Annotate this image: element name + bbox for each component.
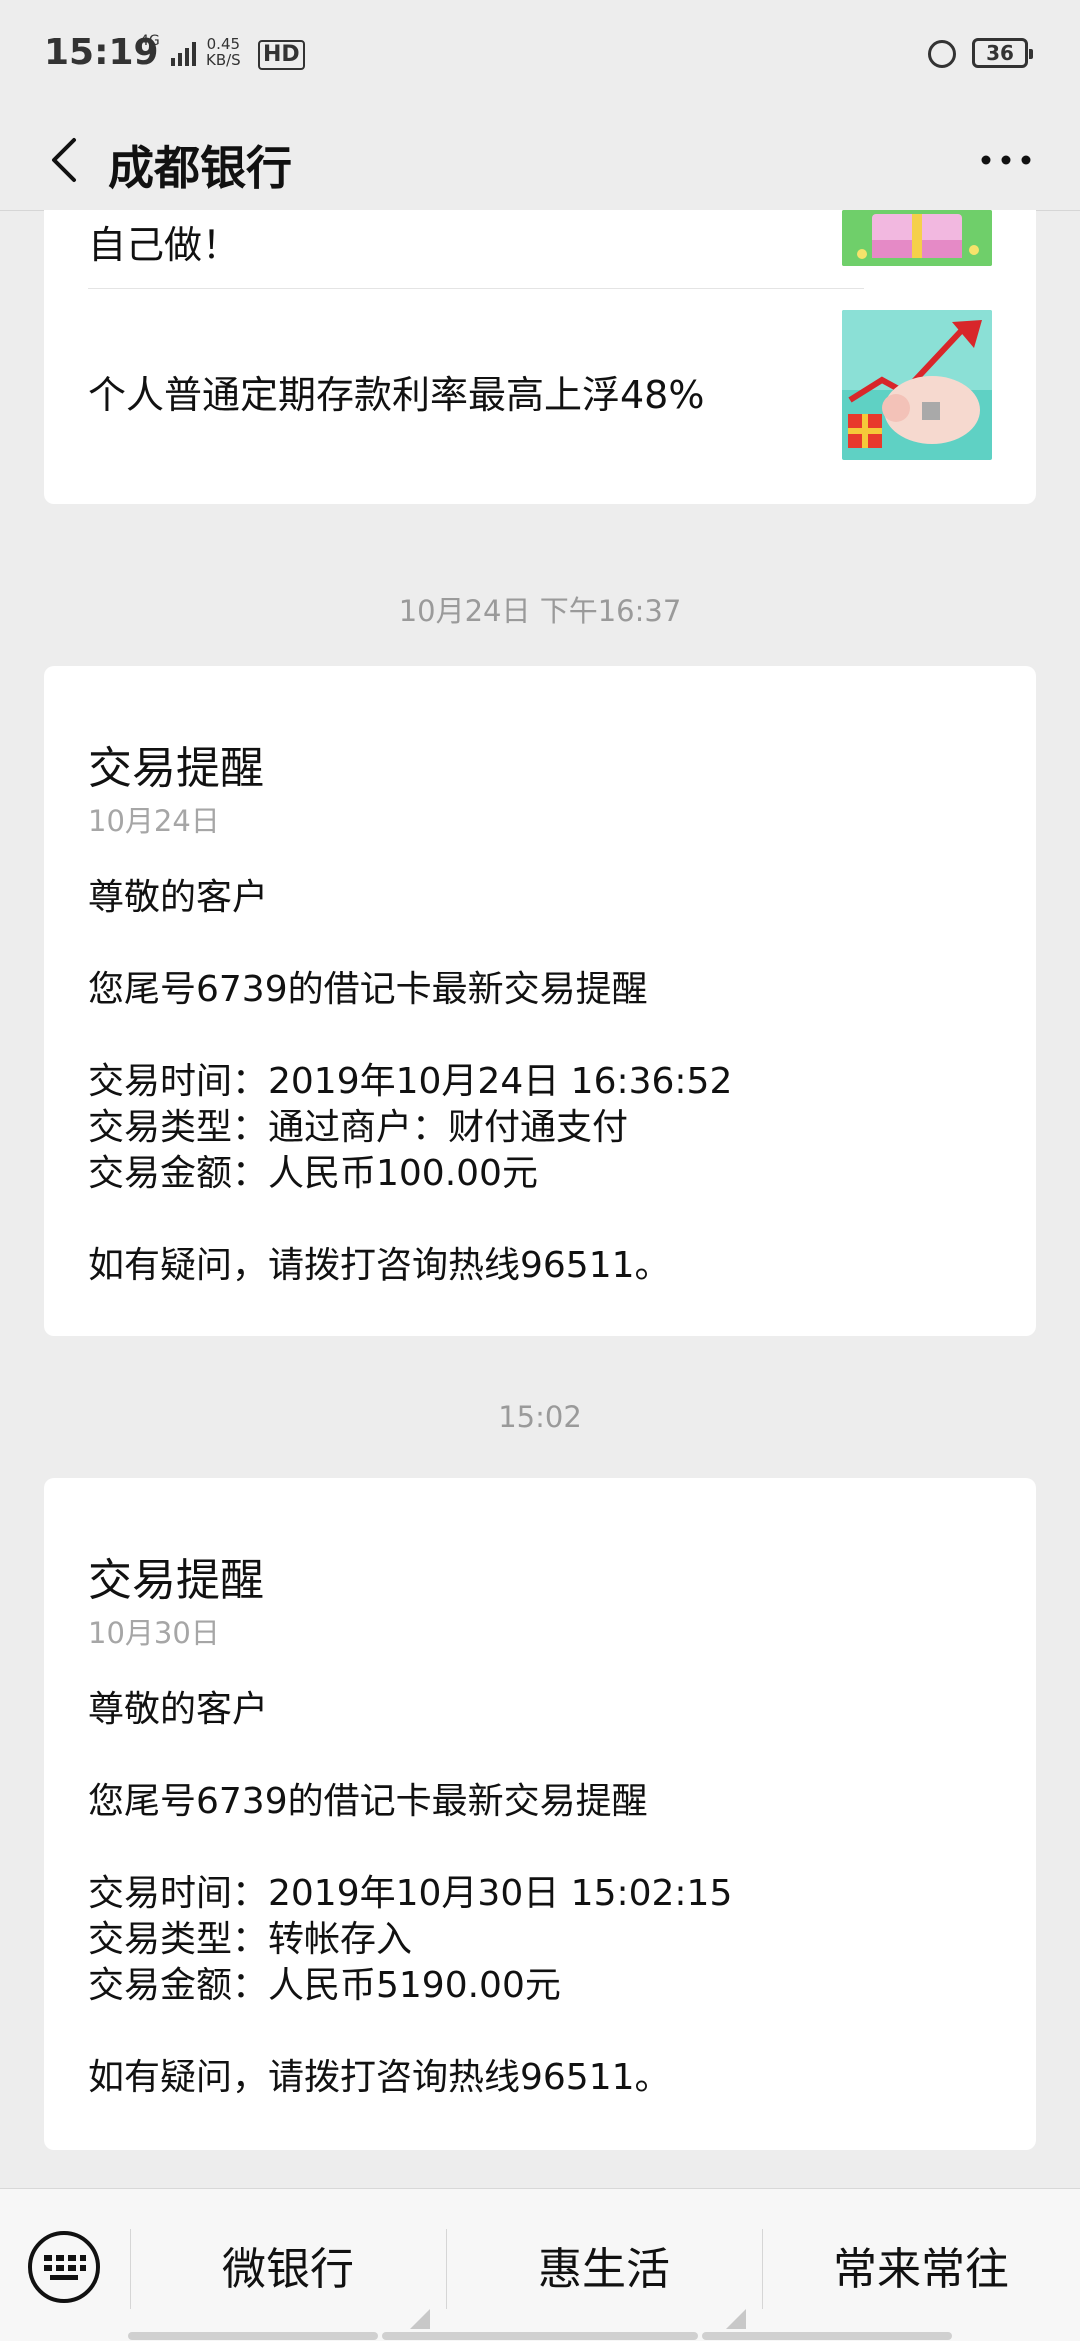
message-timestamp: 10月24日 下午16:37 (398, 594, 682, 628)
message-timestamp: 15:02 (498, 1400, 582, 1434)
transaction-amount: 交易金额：人民币5190.00元 (88, 1965, 561, 2006)
transaction-amount: 交易金额：人民币100.00元 (88, 1153, 538, 1194)
message-greeting: 尊敬的客户 (88, 877, 269, 918)
battery-icon: 36 (972, 38, 1033, 68)
more-options-icon[interactable] (978, 150, 1034, 170)
hd-icon: HD (258, 40, 305, 70)
menu-label: 常来常往 (833, 2244, 1009, 2295)
menu-weibank[interactable]: 微银行 (130, 2189, 446, 2341)
transaction-type: 交易类型：转帐存入 (88, 1919, 413, 1960)
article-title: 个人普通定期存款利率最高上浮48% (88, 373, 705, 417)
signal-icon (171, 42, 196, 66)
article-thumbnail[interactable] (842, 310, 992, 460)
menu-label: 微银行 (222, 2244, 354, 2295)
transaction-type: 交易类型：通过商户：财付通支付 (88, 1107, 629, 1148)
article-thumbnail[interactable] (842, 210, 992, 266)
submenu-indicator-icon (410, 2309, 430, 2329)
message-intro: 您尾号6739的借记卡最新交易提醒 (88, 969, 648, 1010)
status-bar: 15:19 4G 0.45 KB/S HD 36 (0, 0, 1080, 110)
transaction-message-card[interactable]: 交易提醒 10月30日 尊敬的客户 您尾号6739的借记卡最新交易提醒 交易时间… (44, 1478, 1036, 2150)
keyboard-icon[interactable] (26, 2229, 102, 2305)
article-card: 自己做！ 个人普通定期存款利率最高上浮48% (44, 210, 1036, 504)
menu-huishenghuo[interactable]: 惠生活 (446, 2189, 762, 2341)
message-date: 10月30日 (88, 1616, 220, 1650)
nav-indicator (382, 2332, 698, 2340)
message-title: 交易提醒 (88, 743, 264, 794)
transaction-time: 交易时间：2019年10月24日 16:36:52 (88, 1061, 733, 1102)
network-speed: 0.45 KB/S (206, 36, 241, 68)
menu-label: 惠生活 (538, 2244, 670, 2295)
menu-changlaichangwang[interactable]: 常来常往 (762, 2189, 1080, 2341)
nav-indicator (702, 2332, 952, 2340)
network-type: 4G (140, 33, 160, 49)
submenu-indicator-icon (726, 2309, 746, 2329)
page-title: 成都银行 (108, 141, 292, 195)
message-title: 交易提醒 (88, 1555, 264, 1606)
back-arrow-icon[interactable] (40, 134, 92, 186)
bottom-menu-bar: 微银行 惠生活 常来常往 (0, 2188, 1080, 2341)
article-divider (88, 288, 864, 289)
speed-unit: KB/S (206, 51, 241, 69)
message-footer: 如有疑问，请拨打咨询热线96511。 (88, 2057, 671, 2098)
transaction-message-card[interactable]: 交易提醒 10月24日 尊敬的客户 您尾号6739的借记卡最新交易提醒 交易时间… (44, 666, 1036, 1336)
title-bar: 成都银行 (0, 110, 1080, 211)
message-footer: 如有疑问，请拨打咨询热线96511。 (88, 1245, 671, 1286)
nav-indicator (128, 2332, 378, 2340)
message-intro: 您尾号6739的借记卡最新交易提醒 (88, 1781, 648, 1822)
rotation-lock-icon (928, 40, 956, 68)
message-greeting: 尊敬的客户 (88, 1689, 269, 1730)
message-date: 10月24日 (88, 804, 220, 838)
transaction-time: 交易时间：2019年10月30日 15:02:15 (88, 1873, 733, 1914)
piggy-bank-image (842, 310, 992, 460)
gift-box-image (842, 210, 992, 266)
article-title: 自己做！ (88, 223, 241, 267)
